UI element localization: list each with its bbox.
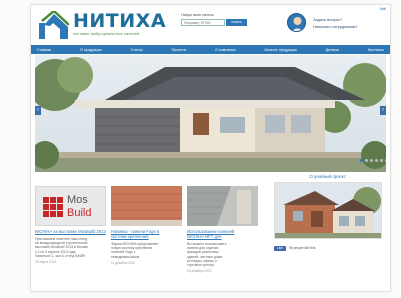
logo-title[interactable]: НИТИХА [73, 10, 166, 32]
news-image[interactable] [187, 186, 258, 226]
panel-image [187, 186, 258, 226]
ask-question-link[interactable]: Задать вопрос? [313, 17, 342, 22]
slider-dot[interactable] [370, 159, 373, 162]
hero-slider[interactable] [35, 55, 386, 172]
slider-dot[interactable] [360, 159, 363, 162]
mosbuild-text-2: Build [67, 207, 92, 219]
news-card[interactable]: Использование панелей NICHIHA NFT для Вы … [187, 186, 258, 273]
page: НИТИХА поставки фиброцементных панелей Н… [0, 0, 401, 298]
consultant-avatar[interactable] [287, 13, 306, 32]
search-button[interactable]: искать [226, 19, 247, 26]
news-image[interactable] [111, 186, 182, 226]
slider-next-arrow-icon[interactable]: › [380, 106, 386, 115]
news-title[interactable]: Новинка - панели Fuge в системе крепления [111, 229, 182, 239]
slider-dot[interactable] [365, 159, 368, 162]
slider-dots [360, 159, 386, 162]
news-card[interactable]: Новинка - панели Fuge в системе крепления… [111, 186, 182, 265]
nav-item-products[interactable]: О продукции [80, 48, 102, 52]
mail-link[interactable]: Mail [380, 7, 386, 11]
search-label: Найди свою панель [181, 13, 214, 17]
slider-prev-arrow-icon[interactable]: ‹ [35, 106, 41, 115]
mosbuild-logo-icon [43, 197, 63, 217]
nav-item-contacts[interactable]: Контакты [368, 48, 384, 52]
website-frame: НИТИХА поставки фиброцементных панелей Н… [30, 4, 391, 292]
slider-dot[interactable] [375, 159, 378, 162]
mosbuild-image[interactable]: Mos Build [35, 186, 106, 226]
news-text: Вы можете использовать панели для отделки… [187, 242, 227, 268]
news-text: Фирма NICHIHA представляет новую систему … [111, 242, 159, 259]
news-text: Приглашаем посетить наш стенд на междунар… [35, 237, 89, 258]
nav-item-about[interactable]: О компании [215, 48, 235, 52]
random-project-image[interactable] [274, 182, 382, 239]
news-title[interactable]: NICHIHA на выставке MosBuild 2013 [35, 229, 106, 234]
like-count-text: 96 people like this [289, 246, 316, 250]
news-date: 11 декабря 2012 [111, 260, 136, 265]
nav-item-home[interactable]: Главная [37, 48, 51, 52]
nav-item-projects[interactable]: Проекты [171, 48, 186, 52]
news-title[interactable]: Использование панелей NICHIHA NFT для [187, 229, 258, 239]
logo-subtitle: поставки фиброцементных панелей [73, 32, 140, 36]
logo-mark-icon[interactable] [39, 11, 69, 39]
slider-dot[interactable] [380, 159, 383, 162]
main-nav: Главная О продукции Статьи Проекты О ком… [31, 45, 390, 54]
panel-image [111, 186, 182, 226]
facebook-like-button[interactable]: Like [274, 246, 286, 251]
nav-item-catalog[interactable]: Каталог продукции [264, 48, 296, 52]
news-card[interactable]: Mos Build NICHIHA на выставке MosBuild 2… [35, 186, 106, 264]
search-input[interactable] [181, 19, 225, 26]
write-staff-link[interactable]: Написать сотрудникам? [313, 24, 358, 29]
person-icon [291, 17, 304, 31]
random-project-title: Случайный проект: [309, 174, 347, 179]
news-date: 29 марта 2013 [35, 260, 57, 265]
nav-item-articles[interactable]: Статьи [131, 48, 143, 52]
project-house-image [275, 183, 381, 238]
news-date: 05 декабря 2012 [187, 269, 212, 274]
nav-item-dealers[interactable]: Дилеры [326, 48, 339, 52]
hero-image [35, 55, 386, 172]
slider-dot[interactable] [385, 159, 386, 162]
mosbuild-text-1: Mos [67, 194, 88, 206]
